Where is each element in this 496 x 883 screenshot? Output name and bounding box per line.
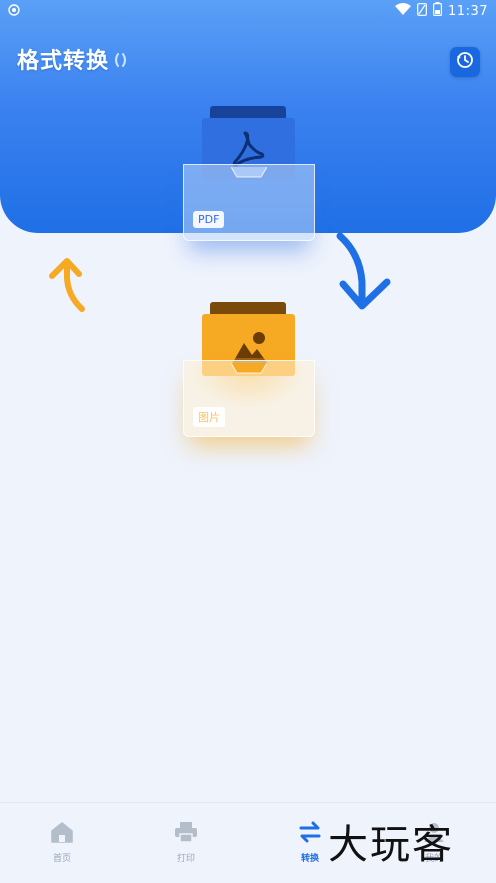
nav-print-label: 打印 bbox=[176, 854, 195, 864]
battery-icon bbox=[433, 2, 443, 20]
wifi-icon bbox=[395, 3, 412, 19]
folder-notch bbox=[230, 164, 268, 178]
image-target-card[interactable]: 图片 bbox=[183, 302, 315, 437]
nav-home-label: 首页 bbox=[52, 854, 71, 864]
arrow-down-icon bbox=[334, 232, 394, 320]
watermark: 大玩客 bbox=[328, 822, 454, 868]
status-time: 11:37 bbox=[448, 3, 488, 19]
target-format-label: 图片 bbox=[193, 407, 225, 427]
loading-wave-icon bbox=[114, 52, 128, 72]
nav-print[interactable]: 打印 bbox=[156, 821, 216, 864]
nav-home[interactable]: 首页 bbox=[32, 821, 92, 864]
sim-icon bbox=[417, 2, 427, 20]
history-icon bbox=[455, 50, 475, 74]
folder-notch bbox=[230, 360, 268, 374]
swap-icon bbox=[298, 821, 322, 847]
page-title: 格式转换 bbox=[17, 49, 110, 74]
printer-icon bbox=[174, 822, 198, 847]
status-bar: 11:37 bbox=[0, 0, 496, 22]
arrow-up-icon bbox=[48, 256, 90, 318]
notification-icon bbox=[8, 4, 20, 20]
history-button[interactable] bbox=[450, 47, 480, 77]
pdf-source-card[interactable]: PDF bbox=[183, 106, 315, 241]
home-icon bbox=[50, 822, 74, 847]
source-format-label: PDF bbox=[193, 211, 225, 228]
